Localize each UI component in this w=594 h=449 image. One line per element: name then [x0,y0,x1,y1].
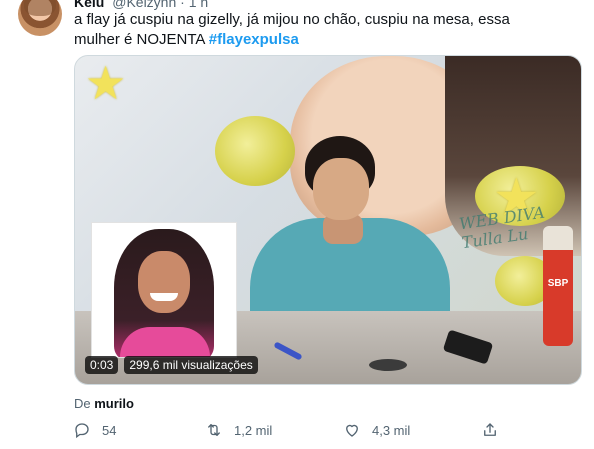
coaster-on-table [369,359,407,371]
retweet-button[interactable]: 1,2 mil [204,420,272,440]
share-icon [480,420,500,440]
separator: · [180,0,185,10]
like-button[interactable]: 4,3 mil [342,420,410,440]
video-attribution: De murilo [74,396,134,411]
share-button[interactable] [480,420,510,440]
video-timestamp: 0:03 [85,356,119,374]
inset-portrait [91,222,237,358]
retweet-count: 1,2 mil [234,422,273,438]
tweet-time[interactable]: 1 h [189,0,208,10]
avatar[interactable] [18,0,62,36]
video-view-count: 299,6 mil visualizações [124,356,258,374]
reply-count: 54 [102,422,117,438]
tweet-header: Kelu @Kelzynh · 1 h [74,0,208,10]
video-player[interactable]: ★ ★ WEB DIVA Tulla Lu SBP 0:03 299,6 mil… [74,55,582,385]
star-decoration: ★ [85,57,127,109]
author-handle[interactable]: @Kelzynh [112,0,176,10]
attribution-user-link[interactable]: murilo [94,396,134,411]
tweet: Kelu @Kelzynh · 1 h a flay já cuspiu na … [0,0,594,449]
attribution-prefix: De [74,396,91,411]
tweet-text: a flay já cuspiu na gizelly, já mijou no… [74,10,544,50]
retweet-icon [204,420,224,440]
video-overlay: 0:03 299,6 mil visualizações [85,356,258,374]
tweet-actions: 54 1,2 mil 4,3 mil [72,420,512,442]
hashtag-link[interactable]: #flayexpulsa [209,31,299,48]
reply-button[interactable]: 54 [72,420,116,440]
video-subject [235,136,455,338]
reply-icon [72,420,92,440]
like-count: 4,3 mil [372,422,411,438]
like-icon [342,420,362,440]
spray-can-label: SBP [547,278,569,289]
author-name[interactable]: Kelu [74,0,104,10]
